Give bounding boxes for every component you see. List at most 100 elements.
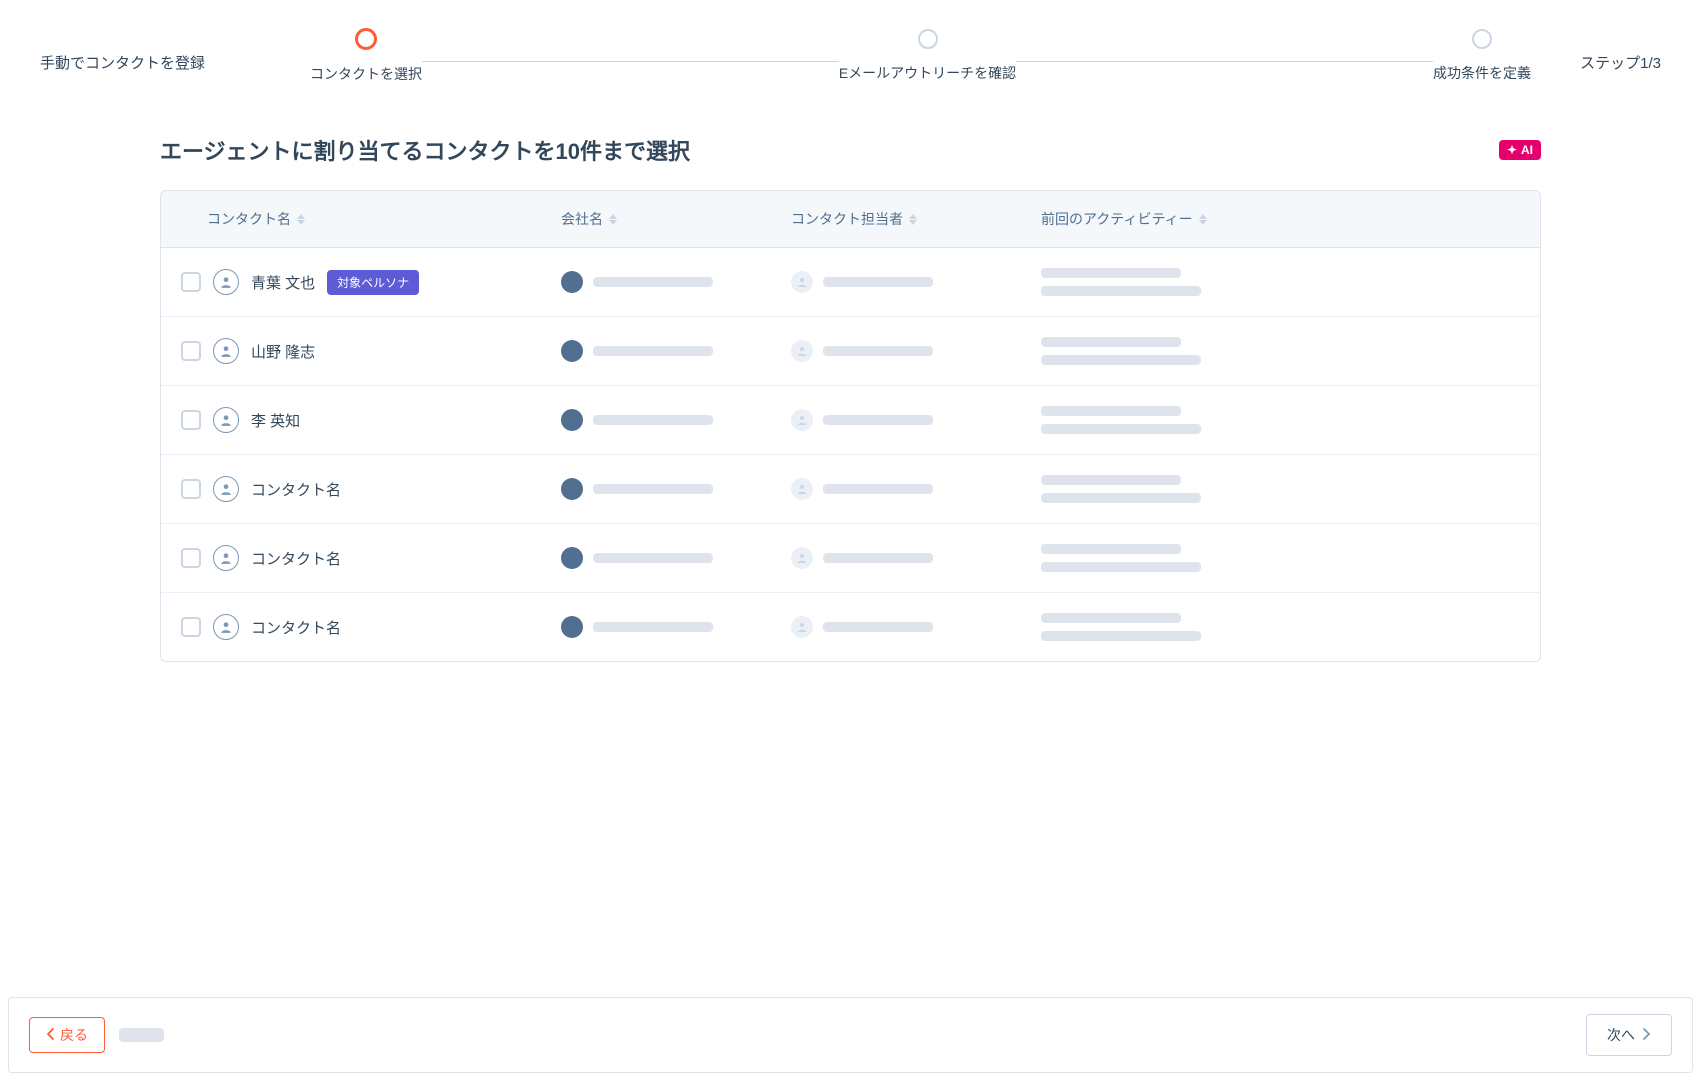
column-header-company[interactable]: 会社名 — [561, 209, 791, 229]
company-placeholder — [593, 415, 713, 425]
owner-avatar-icon — [791, 547, 813, 569]
owner-placeholder — [823, 415, 933, 425]
company-placeholder — [593, 622, 713, 632]
next-button-label: 次へ — [1607, 1025, 1635, 1045]
step-circle-icon — [355, 28, 377, 50]
contact-avatar-icon — [213, 338, 239, 364]
row-checkbox[interactable] — [181, 272, 201, 292]
row-checkbox[interactable] — [181, 548, 201, 568]
activity-placeholder — [1041, 613, 1181, 623]
sort-icon — [1199, 214, 1207, 225]
table-row: コンタクト名 — [161, 593, 1540, 661]
contact-avatar-icon — [213, 269, 239, 295]
company-avatar-icon — [561, 271, 583, 293]
row-checkbox[interactable] — [181, 479, 201, 499]
contacts-table: コンタクト名 会社名 コンタクト担当者 — [160, 190, 1541, 662]
activity-placeholder — [1041, 286, 1201, 296]
company-avatar-icon — [561, 409, 583, 431]
row-checkbox[interactable] — [181, 410, 201, 430]
step-2[interactable]: Eメールアウトリーチを確認 — [839, 29, 1016, 83]
table-row: 山野 隆志 — [161, 317, 1540, 386]
company-placeholder — [593, 277, 713, 287]
step-3[interactable]: 成功条件を定義 — [1433, 29, 1531, 83]
chevron-right-icon — [1643, 1027, 1651, 1043]
company-placeholder — [593, 553, 713, 563]
owner-avatar-icon — [791, 478, 813, 500]
table-row: コンタクト名 — [161, 455, 1540, 524]
activity-placeholder — [1041, 493, 1201, 503]
activity-placeholder — [1041, 268, 1181, 278]
table-row: 李 英知 — [161, 386, 1540, 455]
page-title: エージェントに割り当てるコンタクトを10件まで選択 — [160, 134, 690, 166]
owner-placeholder — [823, 553, 933, 563]
contact-name[interactable]: コンタクト名 — [251, 617, 341, 638]
activity-placeholder — [1041, 355, 1201, 365]
sparkle-icon: ✦ — [1507, 143, 1517, 157]
sort-icon — [297, 214, 305, 225]
owner-placeholder — [823, 622, 933, 632]
step-connector — [1016, 61, 1433, 62]
owner-avatar-icon — [791, 271, 813, 293]
row-checkbox[interactable] — [181, 341, 201, 361]
company-placeholder — [593, 484, 713, 494]
activity-placeholder — [1041, 562, 1201, 572]
persona-badge: 対象ペルソナ — [327, 270, 419, 295]
activity-placeholder — [1041, 631, 1201, 641]
activity-placeholder — [1041, 337, 1181, 347]
row-checkbox[interactable] — [181, 617, 201, 637]
company-avatar-icon — [561, 478, 583, 500]
activity-placeholder — [1041, 544, 1181, 554]
ai-badge: ✦ AI — [1499, 140, 1541, 160]
activity-placeholder — [1041, 424, 1201, 434]
column-header-activity[interactable]: 前回のアクティビティー — [1021, 209, 1520, 229]
step-label: 成功条件を定義 — [1433, 63, 1531, 83]
step-1[interactable]: コンタクトを選択 — [310, 28, 422, 84]
company-avatar-icon — [561, 547, 583, 569]
wizard-footer: 戻る 次へ — [8, 997, 1693, 1073]
step-circle-icon — [918, 29, 938, 49]
sort-icon — [909, 214, 917, 225]
contact-avatar-icon — [213, 407, 239, 433]
chevron-left-icon — [46, 1027, 54, 1043]
main-content: エージェントに割り当てるコンタクトを10件まで選択 ✦ AI コンタクト名 会社… — [0, 104, 1701, 1081]
column-label: コンタクト名 — [207, 209, 291, 229]
column-label: コンタクト担当者 — [791, 209, 903, 229]
company-placeholder — [593, 346, 713, 356]
back-button-label: 戻る — [60, 1025, 88, 1045]
company-avatar-icon — [561, 340, 583, 362]
sort-icon — [609, 214, 617, 225]
column-header-name[interactable]: コンタクト名 — [181, 209, 561, 229]
step-indicator: ステップ1/3 — [1541, 28, 1661, 73]
footer-placeholder — [119, 1028, 164, 1042]
column-label: 会社名 — [561, 209, 603, 229]
contact-name[interactable]: コンタクト名 — [251, 479, 341, 500]
next-button[interactable]: 次へ — [1586, 1014, 1672, 1056]
contact-avatar-icon — [213, 614, 239, 640]
activity-placeholder — [1041, 475, 1181, 485]
column-label: 前回のアクティビティー — [1041, 209, 1193, 229]
activity-placeholder — [1041, 406, 1181, 416]
step-label: コンタクトを選択 — [310, 64, 422, 84]
table-header: コンタクト名 会社名 コンタクト担当者 — [161, 191, 1540, 248]
wizard-title: 手動でコンタクトを登録 — [40, 28, 300, 73]
owner-avatar-icon — [791, 409, 813, 431]
contact-name[interactable]: コンタクト名 — [251, 548, 341, 569]
column-header-owner[interactable]: コンタクト担当者 — [791, 209, 1021, 229]
step-circle-icon — [1472, 29, 1492, 49]
contact-name[interactable]: 山野 隆志 — [251, 341, 315, 362]
step-label: Eメールアウトリーチを確認 — [839, 63, 1016, 83]
contact-avatar-icon — [213, 545, 239, 571]
company-avatar-icon — [561, 616, 583, 638]
ai-badge-label: AI — [1521, 143, 1533, 157]
wizard-stepper: 手動でコンタクトを登録 コンタクトを選択 Eメールアウトリーチを確認 成功条件を… — [0, 0, 1701, 104]
contact-avatar-icon — [213, 476, 239, 502]
contact-name[interactable]: 青葉 文也 — [251, 272, 315, 293]
owner-avatar-icon — [791, 616, 813, 638]
contact-name[interactable]: 李 英知 — [251, 410, 300, 431]
owner-placeholder — [823, 346, 933, 356]
owner-avatar-icon — [791, 340, 813, 362]
back-button[interactable]: 戻る — [29, 1017, 105, 1053]
owner-placeholder — [823, 277, 933, 287]
step-connector — [422, 61, 839, 62]
owner-placeholder — [823, 484, 933, 494]
